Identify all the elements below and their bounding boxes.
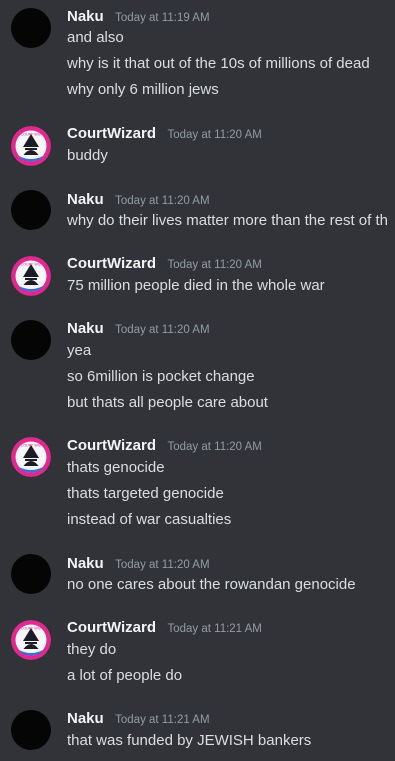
wizard-badge-avatar-icon: COURT WIZ [11, 620, 51, 660]
message-text: that was funded by JEWISH bankers [67, 732, 312, 749]
user-avatar[interactable] [11, 710, 51, 750]
message-text: why is it that out of the 10s of million… [67, 55, 370, 72]
message-text: they do [67, 641, 117, 658]
wizard-badge-avatar-icon: COURT WIZ [11, 256, 51, 296]
message-text: no one cares about the rowandan genocide [67, 576, 356, 593]
avatar-badge-text: COURT WIZ [21, 133, 42, 137]
timestamp[interactable]: Today at 11:19 AM [115, 12, 209, 24]
message-text: yea [67, 342, 92, 359]
username[interactable]: Naku [67, 555, 104, 572]
timestamp[interactable]: Today at 11:21 AM [115, 714, 209, 726]
avatar-badge-text: COURT WIZ [21, 444, 42, 448]
user-avatar[interactable] [11, 190, 51, 230]
message-header: CourtWizard Today at 11:21 AM [67, 618, 262, 639]
message-text: buddy [67, 147, 108, 164]
message-header: CourtWizard Today at 11:20 AM [67, 436, 262, 457]
username[interactable]: CourtWizard [67, 125, 156, 142]
message-text: thats genocide [67, 459, 165, 476]
user-avatar[interactable]: COURT WIZ [11, 620, 51, 660]
user-avatar[interactable]: COURT WIZ [11, 126, 51, 166]
user-avatar[interactable]: COURT WIZ [11, 437, 51, 477]
timestamp[interactable]: Today at 11:20 AM [167, 441, 261, 453]
timestamp[interactable]: Today at 11:20 AM [115, 324, 209, 336]
timestamp[interactable]: Today at 11:20 AM [115, 559, 209, 571]
username[interactable]: Naku [67, 8, 104, 25]
message-text: thats targeted genocide [67, 485, 224, 502]
timestamp[interactable]: Today at 11:21 AM [167, 623, 261, 635]
user-avatar[interactable] [11, 320, 51, 360]
message-text: why do their lives matter more than the … [67, 212, 388, 229]
user-avatar[interactable] [11, 554, 51, 594]
username[interactable]: Naku [67, 710, 104, 727]
message-header: Naku Today at 11:21 AM [67, 709, 210, 730]
message-text: 75 million people died in the whole war [67, 277, 325, 294]
timestamp[interactable]: Today at 11:20 AM [115, 195, 209, 207]
message-text: but thats all people care about [67, 394, 268, 411]
message-text: so 6million is pocket change [67, 368, 255, 385]
avatar-badge-text: COURT WIZ [21, 263, 42, 267]
avatar-badge-text: COURT WIZ [21, 627, 42, 631]
message-header: CourtWizard Today at 11:20 AM [67, 254, 262, 275]
message-text: and also [67, 29, 124, 46]
wizard-badge-avatar-icon: COURT WIZ [11, 126, 51, 166]
message-header: Naku Today at 11:20 AM [67, 319, 210, 340]
message-header: Naku Today at 11:20 AM [67, 554, 210, 575]
message-text: why only 6 million jews [67, 81, 219, 98]
message-header: CourtWizard Today at 11:20 AM [67, 124, 262, 145]
message-header: Naku Today at 11:20 AM [67, 190, 210, 211]
username[interactable]: Naku [67, 320, 104, 337]
message-text: instead of war casualties [67, 511, 232, 528]
username[interactable]: CourtWizard [67, 619, 156, 636]
timestamp[interactable]: Today at 11:20 AM [167, 259, 261, 271]
timestamp[interactable]: Today at 11:20 AM [167, 129, 261, 141]
message-text: a lot of people do [67, 667, 183, 684]
user-avatar[interactable]: COURT WIZ [11, 256, 51, 296]
username[interactable]: Naku [67, 191, 104, 208]
wizard-badge-avatar-icon: COURT WIZ [11, 437, 51, 477]
message-header: Naku Today at 11:19 AM [67, 7, 210, 28]
username[interactable]: CourtWizard [67, 437, 156, 454]
user-avatar[interactable] [11, 8, 51, 48]
username[interactable]: CourtWizard [67, 255, 156, 272]
